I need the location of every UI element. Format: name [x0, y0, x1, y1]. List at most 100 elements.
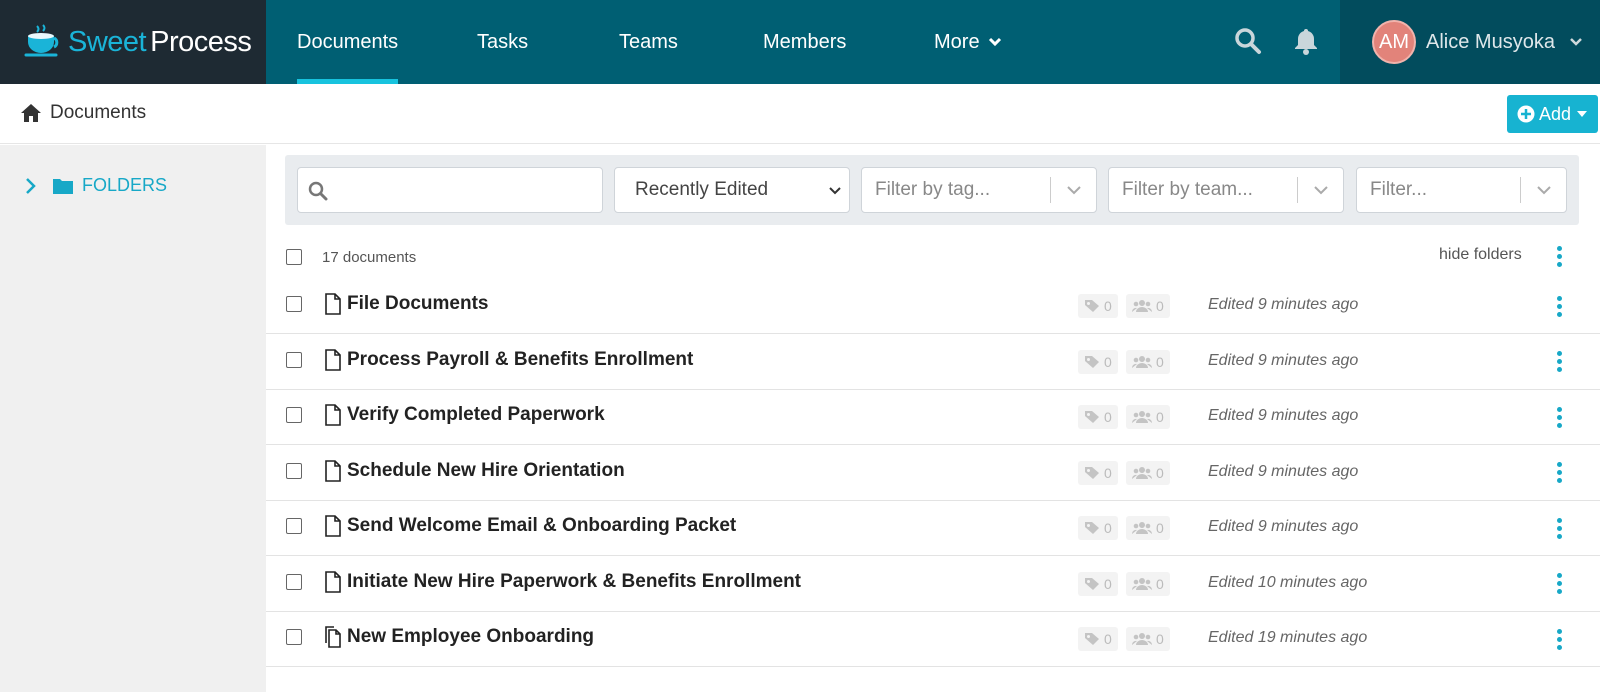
- row-options-icon[interactable]: [1549, 293, 1569, 319]
- tag-filter[interactable]: Filter by tag...: [861, 167, 1097, 213]
- chevron-down-icon: [1067, 186, 1081, 195]
- nav-teams[interactable]: Teams: [619, 0, 678, 84]
- document-title[interactable]: Schedule New Hire Orientation: [347, 460, 625, 482]
- search-icon[interactable]: [1233, 26, 1263, 56]
- row-options-icon[interactable]: [1549, 349, 1569, 375]
- row-checkbox[interactable]: [286, 518, 302, 534]
- table-row[interactable]: Process Payroll & Benefits Enrollment 0 …: [266, 334, 1600, 390]
- row-checkbox[interactable]: [286, 296, 302, 312]
- row-checkbox[interactable]: [286, 351, 302, 368]
- nav-tasks-label: Tasks: [477, 30, 529, 53]
- row-options-icon[interactable]: [1549, 515, 1569, 541]
- filter-bar: Recently Edited Filter by tag... Filter …: [285, 155, 1579, 225]
- folder-icon: [53, 178, 73, 194]
- chevron-down-icon: [1537, 186, 1551, 195]
- home-icon: [21, 104, 41, 122]
- row-checkbox[interactable]: [286, 462, 302, 479]
- folders-label: FOLDERS: [82, 175, 168, 195]
- nav-tasks[interactable]: Tasks: [477, 0, 528, 84]
- tag-icon: [1085, 300, 1099, 312]
- file-icon: [325, 348, 341, 371]
- sidebar: FOLDERS: [0, 145, 266, 692]
- table-row[interactable]: Send Welcome Email & Onboarding Packet 0…: [266, 500, 1600, 556]
- tags-count-badge: 0: [1078, 294, 1118, 318]
- row-options-icon[interactable]: [1549, 626, 1569, 652]
- copy-icon: [325, 626, 341, 648]
- edited-timestamp: Edited 9 minutes ago: [1208, 462, 1359, 480]
- tags-count-badge: 0: [1078, 571, 1118, 596]
- nav-more[interactable]: More: [934, 0, 1002, 84]
- search-input[interactable]: [297, 167, 603, 213]
- add-button-label: Add: [1539, 103, 1572, 124]
- divider: [1050, 177, 1051, 203]
- teams-count-badge: 0: [1126, 294, 1170, 318]
- tags-count: 0: [1104, 520, 1112, 536]
- row-checkbox[interactable]: [286, 573, 302, 590]
- add-button[interactable]: Add: [1507, 95, 1598, 133]
- document-title[interactable]: New Employee Onboarding: [347, 626, 594, 648]
- other-filter-placeholder: Filter...: [1370, 179, 1428, 200]
- document-title[interactable]: Process Payroll & Benefits Enrollment: [347, 349, 693, 371]
- document-title[interactable]: Verify Completed Paperwork: [347, 404, 605, 426]
- teams-count-badge: 0: [1126, 516, 1170, 540]
- breadcrumb-label: Documents: [50, 102, 147, 123]
- table-row[interactable]: File Documents 0 0 Edited 9 minutes ago: [266, 278, 1600, 334]
- chevron-down-icon: [1570, 38, 1582, 46]
- folders-toggle[interactable]: FOLDERS: [24, 175, 167, 196]
- brand-logo[interactable]: Sweet Process: [0, 0, 266, 84]
- document-title[interactable]: Send Welcome Email & Onboarding Packet: [347, 515, 736, 537]
- tag-icon: [1085, 355, 1099, 368]
- list-options-icon[interactable]: [1549, 243, 1569, 269]
- nav-documents[interactable]: Documents: [297, 0, 399, 84]
- teams-count-badge: 0: [1126, 405, 1170, 429]
- table-row[interactable]: New Employee Onboarding 0 0 Edited 19 mi…: [266, 611, 1600, 667]
- edited-timestamp: Edited 9 minutes ago: [1208, 351, 1359, 369]
- tags-count: 0: [1104, 409, 1112, 425]
- row-options-icon[interactable]: [1549, 571, 1569, 597]
- row-options-icon[interactable]: [1549, 404, 1569, 430]
- document-title[interactable]: File Documents: [347, 293, 488, 315]
- nav-teams-label: Teams: [619, 30, 678, 53]
- bell-icon[interactable]: [1291, 26, 1321, 56]
- user-name: Alice Musyoka: [1426, 30, 1555, 53]
- users-icon: [1132, 633, 1152, 645]
- nav-members-label: Members: [763, 30, 847, 53]
- file-icon: [325, 293, 341, 315]
- edited-timestamp: Edited 10 minutes ago: [1208, 573, 1368, 591]
- table-row[interactable]: Verify Completed Paperwork 0 0 Edited 9 …: [266, 389, 1600, 445]
- sort-select[interactable]: Recently Edited: [614, 167, 850, 213]
- hide-folders-link[interactable]: hide folders: [1439, 246, 1522, 264]
- chevron-down-icon: [988, 37, 1001, 47]
- users-icon: [1132, 522, 1152, 534]
- users-icon: [1132, 466, 1152, 479]
- file-icon: [325, 459, 341, 482]
- tags-count-badge: 0: [1078, 405, 1118, 429]
- table-row[interactable]: Initiate New Hire Paperwork & Benefits E…: [266, 556, 1600, 612]
- users-icon: [1132, 577, 1152, 590]
- breadcrumb[interactable]: Documents: [20, 102, 146, 124]
- document-title[interactable]: Initiate New Hire Paperwork & Benefits E…: [347, 571, 801, 593]
- table-row[interactable]: Schedule New Hire Orientation 0 0 Edited…: [266, 445, 1600, 501]
- user-menu[interactable]: AM Alice Musyoka: [1340, 0, 1600, 84]
- tag-icon: [1085, 522, 1099, 534]
- teams-count-badge: 0: [1126, 460, 1170, 485]
- row-checkbox[interactable]: [286, 407, 302, 423]
- chevron-right-icon: [26, 177, 36, 194]
- teams-count-badge: 0: [1126, 349, 1170, 374]
- row-options-icon[interactable]: [1549, 460, 1569, 486]
- plus-circle-icon: [1517, 105, 1535, 123]
- brand-name-sweet: Sweet: [68, 25, 147, 58]
- tags-count: 0: [1104, 298, 1112, 314]
- tags-count: 0: [1104, 631, 1112, 647]
- tag-icon: [1085, 633, 1099, 645]
- divider: [1520, 177, 1521, 203]
- row-checkbox[interactable]: [286, 629, 302, 645]
- search-icon: [308, 181, 328, 201]
- tag-icon: [1085, 577, 1099, 590]
- other-filter[interactable]: Filter...: [1356, 167, 1567, 213]
- tag-icon: [1085, 411, 1099, 423]
- select-all-checkbox[interactable]: [286, 249, 302, 265]
- team-filter[interactable]: Filter by team...: [1108, 167, 1344, 213]
- teams-count-badge: 0: [1126, 571, 1170, 596]
- nav-members[interactable]: Members: [763, 0, 846, 84]
